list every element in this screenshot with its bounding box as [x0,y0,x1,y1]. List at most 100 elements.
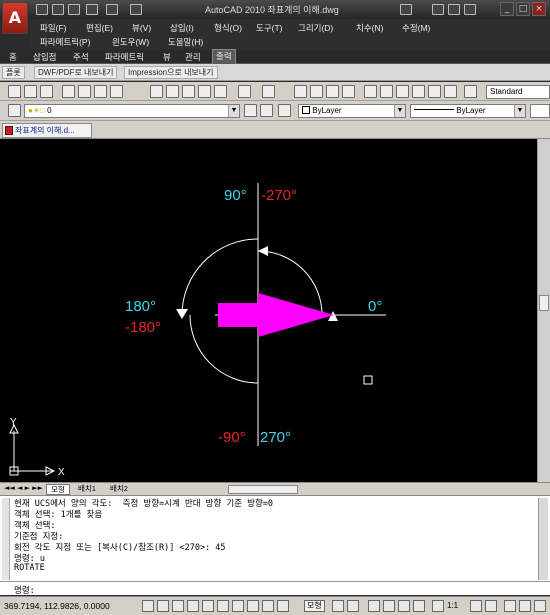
grid-toggle-icon[interactable] [157,600,169,612]
binoculars-icon[interactable] [400,4,412,15]
menu-view[interactable]: 뷰(V) [132,22,151,34]
redo-icon[interactable] [106,4,118,15]
ortho-toggle-icon[interactable] [172,600,184,612]
otrack-toggle-icon[interactable] [217,600,229,612]
lineweight-toggle-icon[interactable] [262,600,274,612]
panel-export-impression[interactable]: Impression으로 내보내기 [124,66,218,79]
close-button[interactable]: × [532,2,546,16]
open-file-icon[interactable] [52,4,64,15]
paste-icon[interactable] [182,85,195,98]
quickcalc-icon[interactable] [444,85,457,98]
tab-output[interactable]: 출력 [212,49,236,64]
linetype-select[interactable]: ByLayer ▼ [410,104,526,118]
new-file-icon[interactable] [36,4,48,15]
layer-select[interactable]: ●☀□ 0 ▼ [24,104,240,118]
menu-modify[interactable]: 수정(M) [402,22,430,34]
minimize-button[interactable]: _ [500,2,514,16]
showmotion-icon[interactable] [413,600,425,612]
zoom-icon[interactable] [383,600,395,612]
menu-help[interactable]: 도움말(H) [168,36,203,48]
snap-toggle-icon[interactable] [142,600,154,612]
model-space-button[interactable]: 모형 [304,600,325,612]
menu-parametric[interactable]: 파라메트릭(P) [40,36,90,48]
cut-icon[interactable] [150,85,163,98]
tab-layout2[interactable]: 배치2 [106,484,132,495]
help-icon[interactable] [464,4,476,15]
menu-edit[interactable]: 편집(E) [86,22,113,34]
tools-icon[interactable] [432,4,444,15]
panel-plot[interactable]: 플롯 [2,66,25,79]
help-icon[interactable] [464,85,477,98]
open-icon[interactable] [24,85,37,98]
vertical-scroll-thumb[interactable] [539,295,549,311]
maximize-button[interactable]: □ [516,2,530,16]
zoom-window-icon[interactable] [326,85,339,98]
menu-tools[interactable]: 도구(T) [256,22,283,34]
match-properties-icon[interactable] [198,85,211,98]
plot-icon[interactable] [130,4,142,15]
horizontal-scroll-thumb[interactable] [228,485,298,494]
lock-icon[interactable] [519,600,531,612]
menu-dimension[interactable]: 치수(N) [356,22,383,34]
block-editor-icon[interactable] [214,85,227,98]
layer-previous-icon[interactable] [260,104,273,117]
pan-icon[interactable] [368,600,380,612]
menu-insert[interactable]: 삽입(I) [170,22,194,34]
panel-export-dwf-pdf[interactable]: DWF/PDF로 내보내기 [34,66,118,79]
save-icon[interactable] [40,85,53,98]
workspace-switch-icon[interactable] [504,600,516,612]
tab-parametric[interactable]: 파라메트릭 [102,51,147,63]
dyn-toggle-icon[interactable] [247,600,259,612]
coordinate-readout[interactable]: 369.7194, 112.9826, 0.0000 [4,601,110,611]
drawing-canvas[interactable]: 90° -270° 180° -180° 0° -90° 270° Y X [0,139,537,482]
annotation-visibility-icon[interactable] [470,600,482,612]
tab-home[interactable]: 홈 [6,51,20,63]
sheet-set-icon[interactable] [412,85,425,98]
redo-icon[interactable] [262,85,275,98]
layer-properties-icon[interactable] [8,104,21,117]
properties-icon[interactable] [364,85,377,98]
new-icon[interactable] [8,85,21,98]
tab-insert[interactable]: 삽입점 [30,51,59,63]
pan-icon[interactable] [294,85,307,98]
menu-window[interactable]: 윈도우(W) [112,36,149,48]
undo-icon[interactable] [86,4,98,15]
quick-properties-toggle-icon[interactable] [277,600,289,612]
menu-file[interactable]: 파일(F) [40,22,67,34]
undo-icon[interactable] [238,85,251,98]
auto-scale-icon[interactable] [485,600,497,612]
workspace-select[interactable]: Standard [486,85,550,99]
tab-view[interactable]: 뷰 [160,51,174,63]
star-icon[interactable] [448,4,460,15]
steering-wheel-icon[interactable] [398,600,410,612]
command-history-scrollbar[interactable] [538,498,548,580]
menu-draw[interactable]: 그리기(D) [298,22,333,34]
markup-icon[interactable] [428,85,441,98]
print-icon[interactable] [62,85,75,98]
annotation-scale-value[interactable]: 1:1 [447,601,458,610]
vertical-scrollbar[interactable] [537,139,550,482]
osnap-toggle-icon[interactable] [202,600,214,612]
command-line[interactable]: 명령: [0,581,550,596]
layout-nav-arrows[interactable]: ◄◄ ◄ ► ►► [4,484,43,492]
publish-icon[interactable] [94,85,107,98]
tool-palettes-icon[interactable] [396,85,409,98]
tab-layout1[interactable]: 배치1 [74,484,100,495]
zoom-realtime-icon[interactable] [310,85,323,98]
tab-annotate[interactable]: 주석 [70,51,92,63]
document-tab[interactable]: 좌표계의 이해.d... [2,123,92,138]
tab-model[interactable]: 모형 [46,484,70,495]
command-window-grip[interactable] [2,498,10,580]
clean-screen-icon[interactable] [534,600,546,612]
tab-manage[interactable]: 관리 [182,51,204,63]
quick-view-layouts-icon[interactable] [332,600,344,612]
zoom-previous-icon[interactable] [342,85,355,98]
annotation-scale-icon[interactable] [432,600,444,612]
lineweight-select[interactable] [530,104,550,118]
print-preview-icon[interactable] [78,85,91,98]
menu-format[interactable]: 형식(O) [214,22,242,34]
make-object-layer-current-icon[interactable] [244,104,257,117]
save-icon[interactable] [68,4,80,15]
ducs-toggle-icon[interactable] [232,600,244,612]
application-menu-button[interactable]: A [2,2,28,34]
